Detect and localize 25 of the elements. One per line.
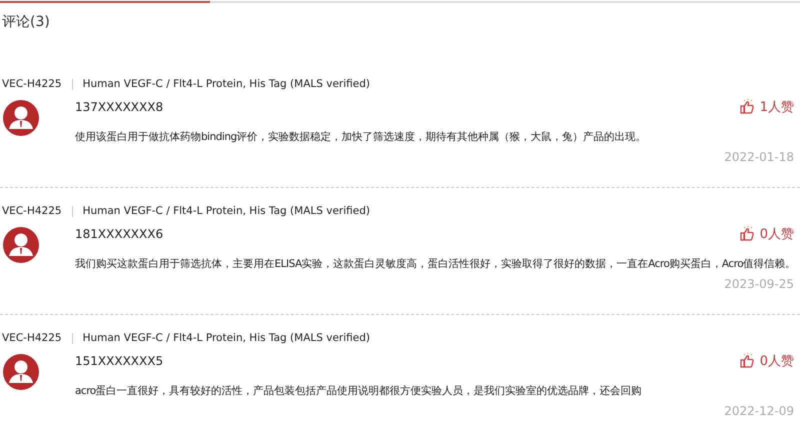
username: 181XXXXXXX6 [75, 227, 164, 241]
comment-text: 我们购买这款蛋白用于筛选抗体，主要用在ELISA实验，这款蛋白灵敏度高，蛋白活性很好，实验取得了很好的数据，一直在Acro购买蛋白，Acro值得信赖。 [75, 257, 794, 271]
thumbs-up-icon [738, 353, 755, 369]
like-button[interactable]: 0人赞 [738, 352, 794, 370]
comment-date: 2022-01-18 [723, 150, 794, 164]
avatar-icon [3, 227, 39, 263]
comments-title: 评论(3) [1, 13, 51, 32]
thumbs-up-icon [738, 99, 755, 115]
comment-date: 2022-12-09 [723, 404, 794, 418]
avatar-icon [3, 100, 39, 136]
like-button[interactable]: 1人赞 [738, 98, 794, 116]
username: 137XXXXXXX8 [75, 100, 164, 114]
product-code: VEC-H4225 [1, 332, 62, 344]
thumbs-up-icon [738, 226, 755, 242]
product-code: VEC-H4225 [1, 78, 62, 90]
username: 151XXXXXXX5 [75, 354, 164, 368]
product-code: VEC-H4225 [1, 205, 62, 217]
comment-text: 使用该蛋白用于做抗体药物binding评价，实验数据稳定，加快了筛选速度，期待有其他种属（猴，大鼠，兔）产品的出现。 [75, 130, 648, 144]
product-name: Human VEGF-C / Flt4-L Protein, His Tag (MALS verified) [82, 332, 370, 344]
avatar-icon [3, 354, 39, 390]
comment-date: 2023-09-25 [723, 277, 794, 291]
like-button[interactable]: 0人赞 [738, 225, 794, 243]
comment-text: acro蛋白一直很好，具有较好的活性，产品包装包括产品使用说明都很方便实验人员，是我们实验室的优选品牌，还会回购 [75, 384, 643, 398]
product-name: Human VEGF-C / Flt4-L Protein, His Tag (MALS verified) [82, 205, 370, 217]
product-name: Human VEGF-C / Flt4-L Protein, His Tag (MALS verified) [82, 78, 370, 90]
